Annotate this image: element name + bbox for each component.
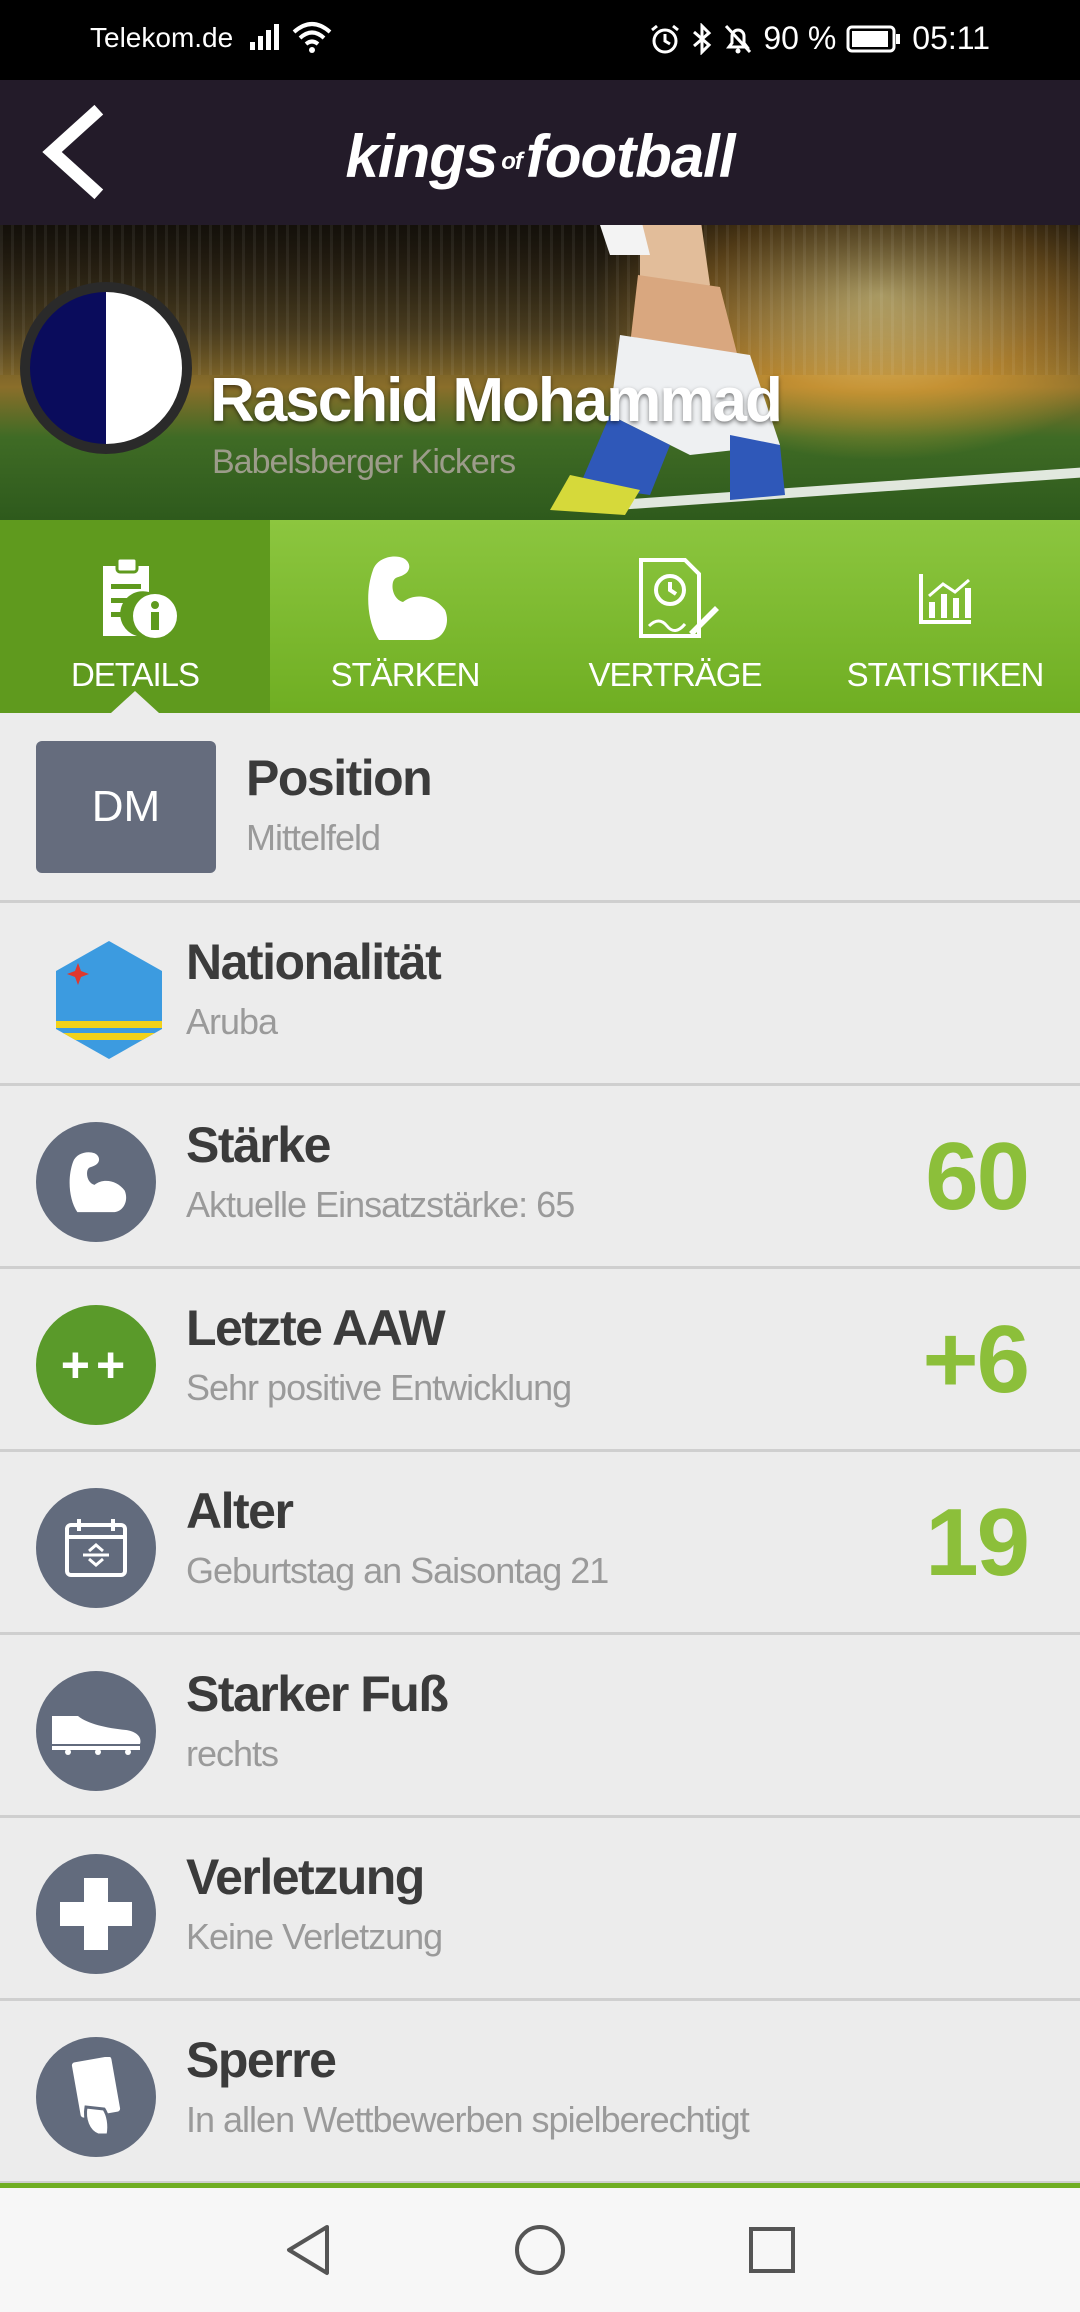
strong-foot-row: Starker Fuß rechts — [0, 1635, 1080, 1818]
mute-bell-icon — [723, 23, 753, 55]
battery-icon — [846, 24, 902, 54]
row-subtitle: Mittelfeld — [246, 817, 381, 858]
row-title: Alter — [186, 1483, 294, 1539]
player-club: Babelsberger Kickers — [212, 443, 516, 481]
tab-label: STATISTIKEN — [846, 656, 1045, 693]
nationality-row: Nationalität Aruba — [0, 903, 1080, 1086]
alarm-icon — [649, 23, 681, 55]
position-badge: DM — [36, 741, 216, 873]
app-logo: kings offootball — [345, 123, 736, 190]
row-title: Verletzung — [186, 1849, 425, 1905]
row-title: Letzte AAW — [186, 1300, 446, 1356]
tab-details[interactable]: DETAILS — [0, 520, 270, 713]
strength-value: 60 — [925, 1123, 1030, 1230]
plus-icon — [36, 1854, 156, 1974]
age-value: 19 — [925, 1489, 1030, 1596]
suspension-row: Sperre In allen Wettbewerben spielberech… — [0, 2001, 1080, 2184]
contract-icon — [639, 558, 719, 638]
triangle-back-icon — [287, 2225, 329, 2275]
flag-aruba-icon — [56, 941, 162, 1059]
row-title: Stärke — [186, 1117, 331, 1173]
player-hero: Raschid Mohammad Babelsberger Kickers — [0, 225, 1080, 520]
status-bar: Telekom.de 90 % 05:11 — [0, 0, 1080, 80]
signal-icon — [248, 22, 282, 57]
carrier-label: Telekom.de — [90, 22, 234, 53]
player-tabs: DETAILS STÄRKEN VERTRÄGE STATISTIKEN — [0, 520, 1080, 713]
tab-statistics[interactable]: STATISTIKEN — [810, 520, 1080, 713]
tab-label: STÄRKEN — [330, 656, 481, 693]
last-aaw-row: ++ Letzte AAW Sehr positive Entwicklung … — [0, 1269, 1080, 1452]
card-icon — [36, 2037, 156, 2157]
injury-row: Verletzung Keine Verletzung — [0, 1818, 1080, 2001]
boot-icon — [36, 1671, 156, 1791]
row-title: Nationalität — [186, 934, 442, 990]
calendar-icon — [36, 1488, 156, 1608]
battery-percent: 90 % — [763, 20, 837, 56]
row-subtitle: Aruba — [186, 1001, 278, 1042]
player-name: Raschid Mohammad — [210, 366, 783, 435]
row-subtitle: In allen Wettbewerben spielberechtigt — [186, 2099, 750, 2140]
strength-row: Stärke Aktuelle Einsatzstärke: 65 60 — [0, 1086, 1080, 1269]
document-info-icon — [103, 556, 177, 638]
row-title: Position — [246, 750, 433, 806]
aaw-value: +6 — [922, 1306, 1030, 1413]
wifi-icon — [292, 20, 332, 59]
row-title: Sperre — [186, 2032, 337, 2088]
row-subtitle: Aktuelle Einsatzstärke: 65 — [186, 1184, 575, 1225]
row-title: Starker Fuß — [186, 1666, 449, 1722]
square-recents-icon — [749, 2227, 795, 2273]
club-crest — [20, 282, 192, 454]
age-row: Alter Geburtstag an Saisontag 21 19 — [0, 1452, 1080, 1635]
bluetooth-icon — [691, 22, 713, 55]
nav-back-button[interactable] — [276, 2218, 340, 2282]
row-subtitle: Sehr positive Entwicklung — [186, 1367, 572, 1408]
muscle-icon — [36, 1122, 156, 1242]
muscle-icon — [368, 556, 448, 640]
chart-icon — [919, 574, 971, 624]
tab-label: VERTRÄGE — [588, 656, 763, 693]
plus-plus-icon: ++ — [36, 1305, 156, 1425]
row-subtitle: Geburtstag an Saisontag 21 — [186, 1550, 609, 1591]
row-subtitle: rechts — [186, 1733, 279, 1774]
app-header: kings offootball — [0, 80, 1080, 225]
nav-home-button[interactable] — [508, 2218, 572, 2282]
tab-strengths[interactable]: STÄRKEN — [270, 520, 540, 713]
row-subtitle: Keine Verletzung — [186, 1916, 443, 1957]
position-row: DM Position Mittelfeld — [0, 713, 1080, 903]
nav-recents-button[interactable] — [740, 2218, 804, 2282]
circle-home-icon — [515, 2225, 565, 2275]
clock: 05:11 — [912, 20, 990, 56]
system-nav-bar — [0, 2188, 1080, 2312]
details-list: DM Position Mittelfeld Nationalität Arub… — [0, 713, 1080, 2184]
tab-contracts[interactable]: VERTRÄGE — [540, 520, 810, 713]
tab-label: DETAILS — [70, 656, 200, 693]
